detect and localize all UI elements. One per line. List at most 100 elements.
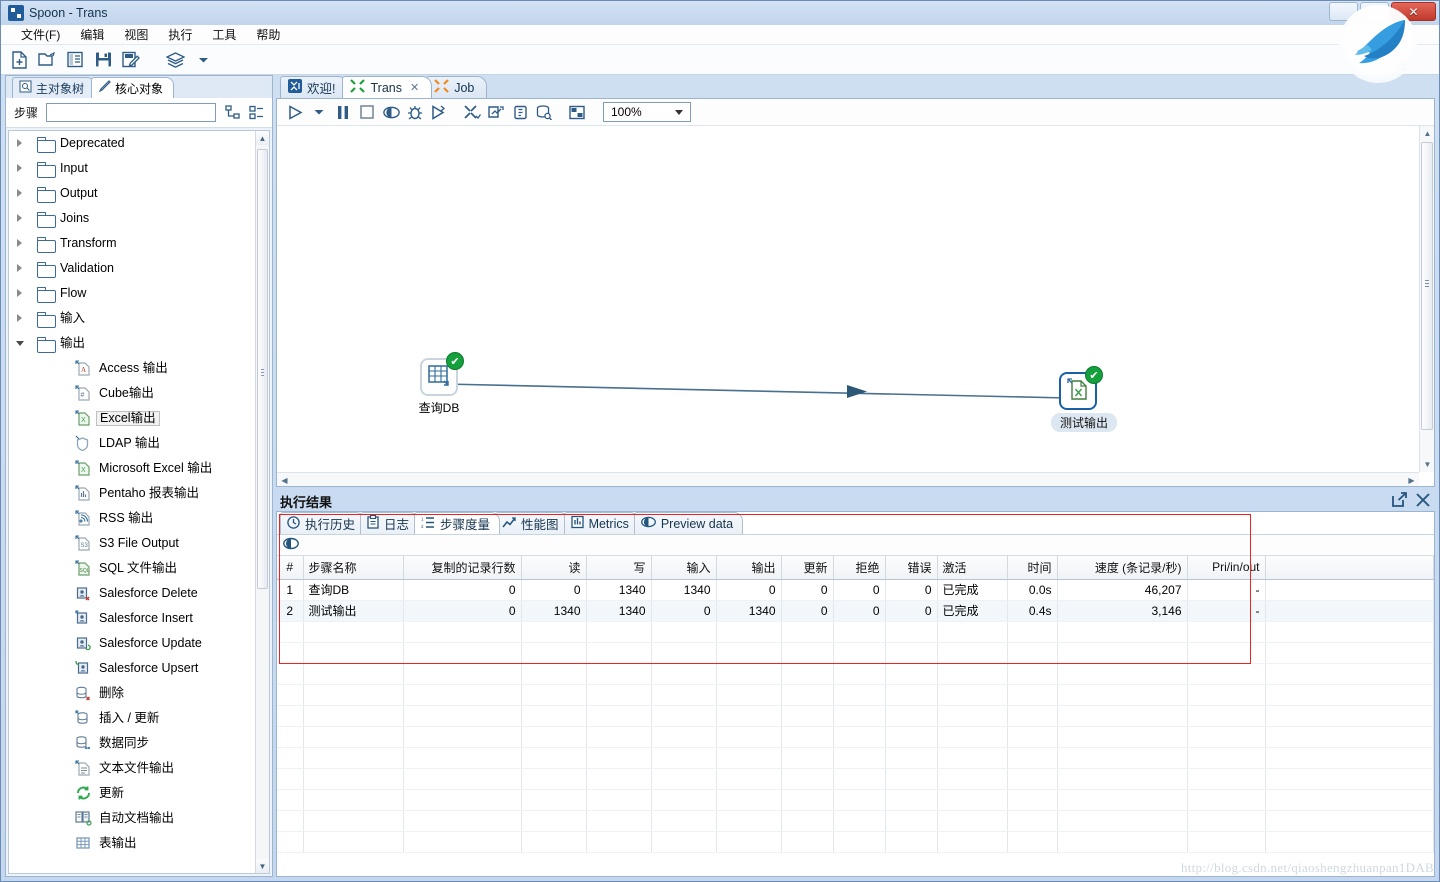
column-header-pri[interactable]: Pri/in/out [1187, 556, 1266, 580]
canvas-scroll-thumb-vertical[interactable] [1421, 142, 1433, 430]
canvas-hop-query-db-to-test-output[interactable] [443, 383, 1068, 399]
tree-folder-input[interactable]: Input [9, 156, 255, 181]
canvas-step-test-output-box[interactable]: ✔ [1059, 366, 1103, 410]
column-header-num[interactable]: # [277, 556, 304, 580]
column-header-read[interactable]: 读 [521, 556, 587, 580]
tree-item-access-output[interactable]: A Access 输出 [9, 356, 255, 381]
sql-scroll-icon[interactable] [508, 100, 532, 124]
tree-item-update[interactable]: 更新 [9, 781, 255, 806]
canvas-scroll-down-arrow[interactable]: ▼ [1420, 457, 1434, 472]
stop-icon[interactable] [355, 100, 379, 124]
impact-icon[interactable] [484, 100, 508, 124]
canvas-scroll-left-arrow[interactable]: ◀ [277, 473, 292, 486]
menu-file[interactable]: 文件(F) [11, 24, 70, 45]
column-header-time[interactable]: 时间 [1007, 556, 1058, 580]
tree-item-salesforce-delete[interactable]: Salesforce Delete [9, 581, 255, 606]
play-icon[interactable] [283, 100, 307, 124]
column-header-copies[interactable]: 复制的记录行数 [403, 556, 522, 580]
column-header-speed[interactable]: 速度 (条记录/秒) [1057, 556, 1188, 580]
chevron-right-icon[interactable] [16, 239, 25, 248]
expand-tree-icon[interactable] [224, 105, 240, 121]
tree-item-text-file-output[interactable]: 文本文件输出 [9, 756, 255, 781]
menu-tools[interactable]: 工具 [202, 24, 246, 45]
collapse-tree-icon[interactable] [248, 105, 264, 121]
canvas-step-test-output[interactable]: ✔ 测试输出 [1051, 366, 1118, 432]
tree-folder-validation[interactable]: Validation [9, 256, 255, 281]
canvas-step-query-db-box[interactable]: ✔ [420, 352, 464, 396]
scroll-up-arrow[interactable]: ▲ [256, 131, 269, 145]
tab-logs[interactable]: 日志 [360, 512, 420, 534]
align-icon[interactable] [565, 100, 589, 124]
save-disk-icon[interactable] [93, 50, 113, 70]
chevron-right-icon[interactable] [16, 189, 25, 198]
tree-item-data-sync[interactable]: 数据同步 [9, 731, 255, 756]
scroll-down-arrow[interactable]: ▼ [256, 859, 269, 873]
replay-icon[interactable] [427, 100, 451, 124]
tree-folder-deprecated[interactable]: Deprecated [9, 131, 255, 156]
canvas-vertical-scrollbar[interactable]: ▲ ▼ [1419, 126, 1434, 472]
chevron-down-icon[interactable] [193, 50, 213, 70]
tree-item-excel-output[interactable]: X Excel输出 [9, 406, 255, 431]
column-header-step_name[interactable]: 步骤名称 [303, 556, 404, 580]
menu-help[interactable]: 帮助 [246, 24, 290, 45]
core-objects-tree[interactable]: Deprecated Input Output Joins Transform Valid… [8, 130, 270, 874]
menu-run[interactable]: 执行 [158, 24, 202, 45]
tree-folder-flow[interactable]: Flow [9, 281, 255, 306]
close-icon[interactable]: ✕ [410, 81, 419, 94]
column-header-rejected[interactable]: 拒绝 [833, 556, 886, 580]
tree-item-s3-file-output[interactable]: S3 S3 File Output [9, 531, 255, 556]
tree-item-rss-output[interactable]: RSS 输出 [9, 506, 255, 531]
bug-icon[interactable] [403, 100, 427, 124]
menu-edit[interactable]: 编辑 [70, 24, 114, 45]
chevron-down-icon[interactable] [16, 339, 25, 348]
column-header-spare[interactable] [1265, 556, 1434, 580]
save-as-icon[interactable] [121, 50, 141, 70]
tree-item-sql-file-output[interactable]: SQL SQL 文件输出 [9, 556, 255, 581]
canvas-scroll-up-arrow[interactable]: ▲ [1420, 126, 1434, 141]
tree-item-insert-update[interactable]: 插入 / 更新 [9, 706, 255, 731]
tree-folder-transform[interactable]: Transform [9, 231, 255, 256]
tree-folder-shuchu[interactable]: 输出 [9, 331, 255, 356]
layers-icon[interactable] [165, 50, 185, 70]
chevron-down-icon[interactable] [307, 100, 331, 124]
tab-job[interactable]: Job [426, 76, 488, 98]
tree-item-salesforce-upsert[interactable]: Salesforce Upsert [9, 656, 255, 681]
menu-view[interactable]: 视图 [114, 24, 158, 45]
zoom-select[interactable]: 100% [603, 102, 691, 122]
tree-item-ldap-output[interactable]: LDAP 输出 [9, 431, 255, 456]
tree-item-cube-output[interactable]: # Cube输出 [9, 381, 255, 406]
external-link-icon[interactable] [1392, 492, 1407, 510]
tab-core-objects[interactable]: 核心对象 [91, 77, 175, 98]
tree-item-ms-excel-output[interactable]: X Microsoft Excel 输出 [9, 456, 255, 481]
tree-item-table-output[interactable]: 表输出 [9, 831, 255, 856]
verify-icon[interactable] [460, 100, 484, 124]
chevron-right-icon[interactable] [16, 164, 25, 173]
tab-metrics[interactable]: Metrics [563, 512, 639, 534]
column-header-input[interactable]: 输入 [651, 556, 717, 580]
chevron-right-icon[interactable] [16, 139, 25, 148]
eye-icon[interactable] [379, 100, 403, 124]
chevron-right-icon[interactable] [16, 264, 25, 273]
tree-folder-shuru[interactable]: 输入 [9, 306, 255, 331]
tab-preview-data[interactable]: Preview data [633, 512, 744, 534]
eye-icon[interactable] [283, 537, 299, 553]
tab-trans[interactable]: Trans ✕ [342, 76, 433, 98]
chevron-right-icon[interactable] [16, 314, 25, 323]
canvas-horizontal-scrollbar[interactable]: ◀ ▶ [277, 472, 1419, 486]
table-row[interactable]: 2 测试输出 0 1340 1340 0 1340 0 0 0 已完成 0.4s 3,146- [277, 600, 1434, 622]
tree-item-delete[interactable]: 删除 [9, 681, 255, 706]
pause-icon[interactable] [331, 100, 355, 124]
column-header-updated[interactable]: 更新 [781, 556, 834, 580]
open-folder-icon[interactable] [37, 50, 57, 70]
tab-performance-graph[interactable]: 性能图 [495, 512, 569, 534]
canvas-scroll-right-arrow[interactable]: ▶ [1404, 473, 1419, 486]
book-icon[interactable] [65, 50, 85, 70]
close-icon[interactable] [1416, 492, 1430, 510]
chevron-right-icon[interactable] [16, 289, 25, 298]
tree-item-salesforce-update[interactable]: Salesforce Update [9, 631, 255, 656]
canvas-step-query-db[interactable]: ✔ 查询DB [412, 352, 466, 416]
tab-execution-history[interactable]: 执行历史 [280, 512, 366, 534]
table-row[interactable]: 1 查询DB 0 0 1340 1340 0 0 0 0 已完成 0.0s 46,207- [277, 579, 1434, 601]
column-header-active[interactable]: 激活 [937, 556, 1008, 580]
transformation-canvas[interactable]: ✔ 查询DB ✔ 测试输出 ▲ ▼ ◀ ▶ [277, 126, 1434, 486]
